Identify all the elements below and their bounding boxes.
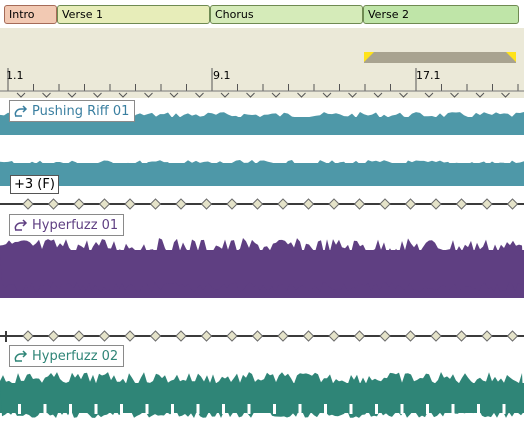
- ruler-marker: [16, 92, 26, 98]
- clip-label-track-3[interactable]: Hyperfuzz 02: [9, 345, 125, 367]
- loop-clip-icon: [14, 105, 28, 117]
- ruler-marker: [348, 92, 357, 98]
- envelope-track-3-node: [200, 330, 213, 342]
- envelope-track-3-node: [481, 330, 493, 342]
- clip-name: Hyperfuzz 02: [32, 348, 119, 364]
- ruler-marker: [424, 92, 434, 98]
- ruler-marker: [322, 92, 332, 98]
- waveform-track-3-gap: [451, 404, 455, 414]
- envelope-track-2-node: [226, 198, 238, 210]
- envelope-track-2-node: [149, 198, 162, 210]
- waveform-track-3-gap: [120, 404, 123, 414]
- waveform-track-3-gap: [375, 404, 378, 414]
- ruler-marker: [246, 92, 255, 98]
- waveform-track-3-gap: [426, 404, 429, 414]
- envelope-track-3-node: [124, 330, 136, 342]
- envelope-track-2-node: [302, 198, 315, 210]
- envelope-track-2-node: [430, 198, 442, 210]
- envelope-track-3-node: [277, 330, 289, 342]
- waveform-track-3-gap: [324, 404, 327, 414]
- loop-clip-icon: [14, 350, 28, 362]
- envelope-track-3-node: [149, 330, 162, 342]
- ruler-marker: [118, 92, 128, 98]
- ruler-marker: [373, 92, 383, 98]
- envelope-track-3-node: [73, 330, 85, 342]
- ruler-marker: [144, 92, 153, 98]
- envelope-track-2-node: [455, 198, 468, 210]
- envelope-track-3-node: [302, 330, 315, 342]
- envelope-track-3-node: [328, 330, 340, 342]
- clip-label-track-2[interactable]: Hyperfuzz 01: [9, 214, 125, 236]
- envelope-track-3-node: [251, 330, 264, 342]
- ruler-marker: [475, 92, 485, 98]
- envelope-track-2-node: [404, 198, 417, 210]
- envelope-track-3-node: [175, 330, 187, 342]
- waveform-track-3-gap: [196, 404, 200, 414]
- loop-clip-icon: [14, 219, 28, 231]
- envelope-track-3-node: [430, 330, 442, 342]
- envelope-track-3-node: [506, 330, 519, 342]
- envelope-track-2-node: [98, 198, 111, 210]
- waveform-track-3-gap: [145, 404, 149, 414]
- ruler-marker: [93, 92, 102, 98]
- transpose-badge[interactable]: +3 (F): [10, 175, 59, 194]
- envelope-track-2-node: [481, 198, 493, 210]
- waveform-track-3-gap: [69, 404, 72, 414]
- envelope-track-3-node: [226, 330, 238, 342]
- envelope-track-3-node: [379, 330, 391, 342]
- waveform-track-3-gap: [171, 404, 174, 414]
- ruler-marker: [169, 92, 179, 98]
- waveform-track-3-gap: [349, 404, 353, 414]
- envelope-track-3-node: [404, 330, 417, 342]
- ruler-marker: [297, 92, 306, 98]
- envelope-track-2-node: [47, 198, 60, 210]
- envelope-track-3-node: [353, 330, 366, 342]
- envelope-track-3-node: [47, 330, 60, 342]
- envelope-track-2-node: [124, 198, 136, 210]
- waveform-track-3-gap: [18, 404, 21, 414]
- ruler-marker: [399, 92, 408, 98]
- envelope-track-2-node: [277, 198, 289, 210]
- ruler-marker: [450, 92, 459, 98]
- envelope-track-2-node: [200, 198, 213, 210]
- envelope-track-3-node: [98, 330, 111, 342]
- ruler-marker: [220, 92, 230, 98]
- envelope-track-3-node: [22, 330, 34, 342]
- envelope-track-2-node: [251, 198, 264, 210]
- envelope-track-2-node: [328, 198, 340, 210]
- clip-name: Hyperfuzz 01: [32, 217, 119, 233]
- waveform-track-3-gap: [247, 404, 251, 414]
- envelope-track-2-node: [22, 198, 34, 210]
- waveform-track-3-gap: [43, 404, 47, 414]
- ruler-marker: [67, 92, 77, 98]
- waveform-track-3-gap: [298, 404, 302, 414]
- envelope-track-2-node: [379, 198, 391, 210]
- waveform-track-3-gap: [400, 404, 404, 414]
- waveform-track-2-peaks: [0, 238, 524, 292]
- waveform-track-3-gap: [222, 404, 225, 414]
- clip-name: Pushing Riff 01: [32, 103, 130, 119]
- ruler-marker: [271, 92, 281, 98]
- ruler-marker: [501, 92, 510, 98]
- waveform-track-3-gap: [477, 404, 480, 414]
- ruler-marker: [195, 92, 204, 98]
- envelope-track-2-node: [353, 198, 366, 210]
- waveform-track-3-gap: [502, 404, 506, 414]
- waveform-track-3-gap: [273, 404, 276, 414]
- envelope-track-2-node: [175, 198, 187, 210]
- envelope-track-2-node: [73, 198, 85, 210]
- waveform-track-3-gap: [94, 404, 98, 414]
- ruler-marker: [42, 92, 51, 98]
- envelope-track-2-node: [506, 198, 519, 210]
- envelope-track-3-node: [455, 330, 468, 342]
- clip-label-track-1[interactable]: Pushing Riff 01: [9, 100, 136, 122]
